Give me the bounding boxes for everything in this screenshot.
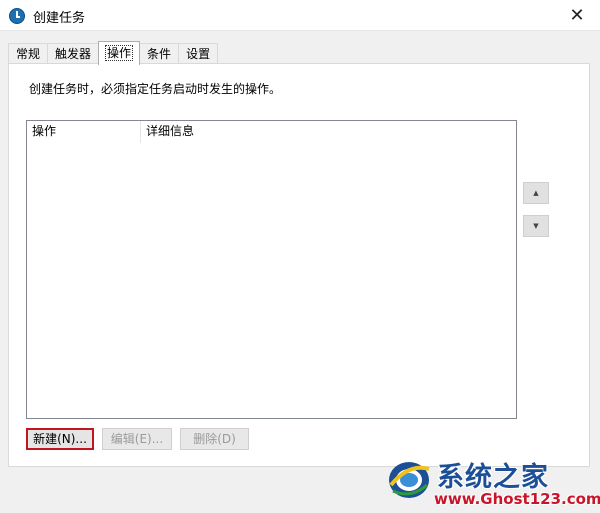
tab-triggers[interactable]: 触发器	[47, 43, 100, 64]
tab-conditions[interactable]: 条件	[139, 43, 180, 64]
window-title: 创建任务	[33, 11, 86, 26]
arrow-down-icon: ▼	[533, 222, 539, 230]
watermark-logo	[389, 462, 430, 498]
close-button[interactable]: ✕	[554, 0, 600, 30]
watermark-title: 系统之家	[437, 462, 549, 493]
column-header-details[interactable]: 详细信息	[141, 121, 341, 143]
actions-tab-panel: 创建任务时，必须指定任务启动时发生的操作。 操作 详细信息 ▲ ▼ 新建(N).…	[8, 63, 590, 467]
tab-general[interactable]: 常规	[8, 43, 49, 64]
delete-action-button[interactable]: 删除(D)	[180, 428, 249, 450]
edit-action-button[interactable]: 编辑(E)...	[102, 428, 172, 450]
tab-strip: 常规 触发器 操作 条件 设置	[8, 41, 219, 65]
tab-label: 条件	[147, 47, 172, 61]
tab-settings[interactable]: 设置	[178, 43, 219, 64]
tab-actions[interactable]: 操作	[98, 41, 141, 65]
actions-list[interactable]: 操作 详细信息	[26, 120, 517, 419]
actions-description: 创建任务时，必须指定任务启动时发生的操作。	[29, 82, 282, 96]
tab-label: 设置	[186, 47, 211, 61]
arrow-up-icon: ▲	[533, 189, 539, 197]
move-up-button[interactable]: ▲	[523, 182, 549, 204]
tab-label: 常规	[16, 47, 41, 61]
column-header-action[interactable]: 操作	[27, 121, 141, 143]
move-down-button[interactable]: ▼	[523, 215, 549, 237]
tab-label: 触发器	[55, 47, 92, 61]
title-bar: 创建任务 ✕	[0, 0, 600, 31]
close-icon: ✕	[569, 4, 585, 26]
new-action-button[interactable]: 新建(N)...	[26, 428, 94, 450]
task-scheduler-clock-icon	[9, 8, 25, 24]
watermark-url: www.Ghost123.com	[434, 490, 600, 508]
tab-label: 操作	[105, 45, 134, 61]
